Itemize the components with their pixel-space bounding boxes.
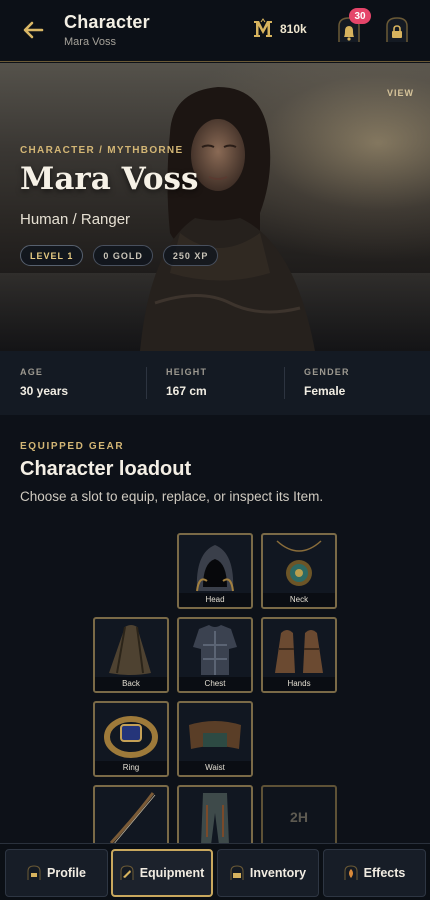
slot-label: Hands xyxy=(263,677,335,691)
stat-value: Female xyxy=(304,384,346,398)
cloak-icon xyxy=(109,625,151,675)
armor-icon xyxy=(193,625,237,675)
tab-label: Profile xyxy=(47,866,86,880)
tab-effects[interactable]: Effects xyxy=(323,849,426,897)
tab-label: Inventory xyxy=(249,866,307,880)
slot-neck[interactable]: Neck xyxy=(261,533,337,609)
lock-icon[interactable] xyxy=(385,16,409,44)
hood-icon xyxy=(196,545,234,592)
slot-hands[interactable]: Hands xyxy=(261,617,337,693)
section-title: Character loadout xyxy=(20,458,192,480)
level-pill: LEVEL 1 xyxy=(20,245,84,266)
xp-pill: 250 XP xyxy=(162,245,219,266)
stat-label: AGE xyxy=(20,367,44,377)
breadcrumb: CHARACTER / MYTHBORNE xyxy=(20,145,184,156)
gold-pill: 0 GOLD xyxy=(93,245,153,266)
slot-head[interactable]: Head xyxy=(177,533,253,609)
lock-icon xyxy=(27,865,41,880)
view-portrait-link[interactable]: VIEW xyxy=(387,88,414,98)
stat-gender: GENDER Female xyxy=(284,351,430,415)
mythborne-m-icon xyxy=(254,18,272,37)
currency-display[interactable]: 810k xyxy=(252,18,307,40)
currency-amount: 810k xyxy=(280,22,307,36)
page-title: Character xyxy=(64,12,150,32)
lock-icon xyxy=(230,865,244,880)
slot-label: Neck xyxy=(263,593,335,607)
leggings-icon xyxy=(201,793,229,845)
notification-badge: 30 xyxy=(349,8,371,24)
bottom-nav: Profile Equipment Inventory Effects xyxy=(0,843,430,900)
stat-label: GENDER xyxy=(304,367,350,377)
character-race-class: Human / Ranger xyxy=(20,211,131,228)
tab-inventory[interactable]: Inventory xyxy=(217,849,319,897)
bow-icon xyxy=(109,792,156,846)
character-pills: LEVEL 1 0 GOLD 250 XP xyxy=(20,245,219,266)
amulet-icon xyxy=(276,540,322,586)
character-hero: VIEW CHARACTER / MYTHBORNE Mara Voss Hum… xyxy=(0,63,430,351)
stat-value: 30 years xyxy=(20,384,69,398)
stat-label: HEIGHT xyxy=(166,367,208,377)
character-name: Mara Voss xyxy=(20,161,199,197)
lock-icon xyxy=(344,865,358,880)
slot-waist[interactable]: Waist xyxy=(177,701,253,777)
tab-equipment[interactable]: Equipment xyxy=(111,849,213,897)
slot-label: Chest xyxy=(179,677,251,691)
stat-height: HEIGHT 167 cm xyxy=(146,351,284,415)
slot-label: Waist xyxy=(179,761,251,775)
slot-label: Back xyxy=(95,677,167,691)
two-handed-label: 2H xyxy=(290,809,308,825)
slot-label: Ring xyxy=(95,761,167,775)
tab-label: Effects xyxy=(363,866,406,880)
character-portrait xyxy=(140,87,315,351)
stat-value: 167 cm xyxy=(166,384,207,398)
tab-profile[interactable]: Profile xyxy=(5,849,108,897)
belt-icon xyxy=(189,721,241,749)
stat-age: AGE 30 years xyxy=(0,351,146,415)
slot-chest[interactable]: Chest xyxy=(177,617,253,693)
gauntlets-icon xyxy=(275,630,323,673)
section-eyebrow: EQUIPPED GEAR xyxy=(20,441,125,452)
title-block: Character Mara Voss xyxy=(64,12,150,48)
lock-icon xyxy=(120,865,134,880)
tab-label: Equipment xyxy=(139,866,205,880)
back-arrow-icon[interactable] xyxy=(18,17,48,43)
character-stats: AGE 30 years HEIGHT 167 cm GENDER Female xyxy=(0,351,430,415)
slot-label: Head xyxy=(179,593,251,607)
section-description: Choose a slot to equip, replace, or insp… xyxy=(20,489,324,504)
slot-ring[interactable]: Ring xyxy=(93,701,169,777)
slot-back[interactable]: Back xyxy=(93,617,169,693)
ring-icon xyxy=(104,716,158,758)
page-subtitle: Mara Voss xyxy=(64,36,116,48)
top-bar: Character Mara Voss 810k 30 xyxy=(0,0,430,62)
